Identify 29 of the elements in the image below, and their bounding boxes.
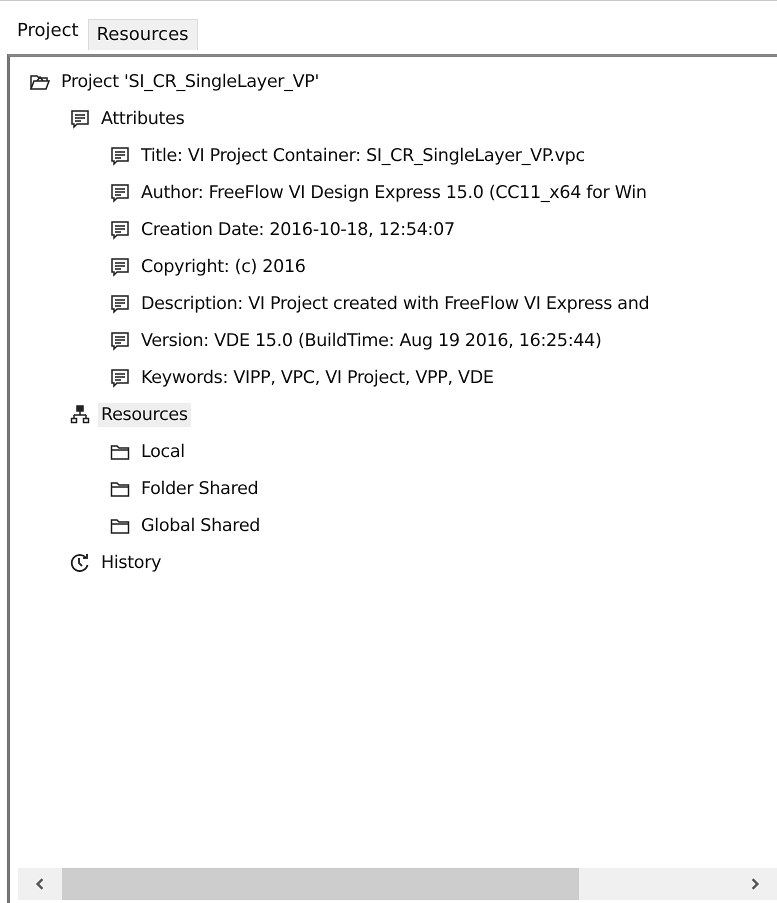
tree-item[interactable]: Project 'SI_CR_SingleLayer_VP' bbox=[58, 70, 322, 94]
tab[interactable]: Resources bbox=[88, 19, 198, 50]
network-icon bbox=[70, 404, 90, 424]
tree-item[interactable]: Attributes bbox=[98, 106, 188, 130]
tree-item[interactable]: Global Shared bbox=[138, 514, 264, 538]
tree-item[interactable]: Folder Shared bbox=[138, 476, 262, 500]
comment-icon bbox=[110, 368, 130, 388]
comment-icon bbox=[70, 108, 90, 128]
tree-item[interactable]: Title: VI Project Container: SI_CR_SingleLayer_VP.vpc bbox=[138, 144, 588, 168]
comment-icon bbox=[110, 256, 130, 276]
comment-icon bbox=[110, 220, 130, 240]
tree-item[interactable]: History bbox=[98, 550, 164, 574]
comment-icon bbox=[110, 330, 130, 350]
tree-item[interactable]: Keywords: VIPP, VPC, VI Project, VPP, VDE bbox=[138, 366, 497, 390]
history-icon bbox=[70, 552, 90, 572]
comment-icon bbox=[110, 146, 130, 166]
tree-item[interactable]: Copyright: (c) 2016 bbox=[138, 254, 309, 278]
tree-item[interactable]: Local bbox=[138, 440, 188, 464]
horizontal-scrollbar[interactable] bbox=[18, 868, 777, 900]
tree-item[interactable]: Version: VDE 15.0 (BuildTime: Aug 19 2016, 16:25:44) bbox=[138, 328, 604, 352]
tree-item[interactable]: Resources bbox=[98, 402, 191, 426]
scroll-left-icon[interactable] bbox=[34, 877, 46, 891]
scroll-right-icon[interactable] bbox=[749, 877, 761, 891]
comment-icon bbox=[110, 182, 130, 202]
tree-item[interactable]: Description: VI Project created with FreeFlow VI Express and bbox=[138, 292, 652, 316]
scrollbar-thumb[interactable] bbox=[62, 868, 579, 900]
tree-item[interactable]: Author: FreeFlow VI Design Express 15.0 (CC11_x64 for Win bbox=[138, 180, 650, 204]
comment-icon bbox=[110, 294, 130, 314]
tree-item[interactable]: Creation Date: 2016-10-18, 12:54:07 bbox=[138, 218, 458, 242]
